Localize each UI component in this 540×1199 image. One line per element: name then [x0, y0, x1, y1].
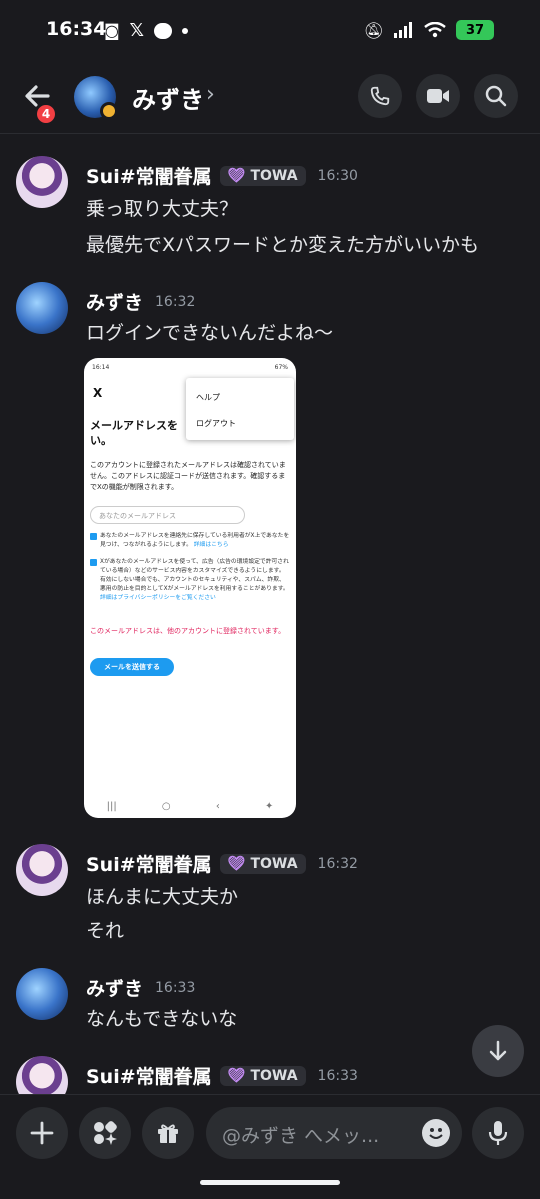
message-header: Sui#常闇眷属 💜︎ TOWA 16:30 — [86, 162, 358, 189]
attachment-close-x: X — [93, 386, 103, 400]
home-indicator[interactable] — [200, 1180, 340, 1185]
gift-icon — [158, 1124, 178, 1143]
attachment-link: 詳細はこちら — [193, 542, 229, 548]
battery-indicator: 37 — [456, 20, 494, 40]
attachment-status-bar: 16:14 67% — [92, 364, 288, 371]
discord-icon: ◙ — [104, 21, 120, 40]
image-attachment[interactable]: 16:14 67% X ヘルプ ログアウト メールアドレスを い。 このアカウン… — [84, 358, 296, 818]
message-header: みずき 16:33 — [86, 974, 195, 1001]
message-text: ほんまに大丈夫か — [86, 886, 239, 908]
phone-icon — [370, 86, 390, 106]
attachment-checkbox-text: Xがあなたのメールアドレスを使って、広告（広告の環境設定で許可されている場合）な… — [100, 559, 289, 592]
message-text: なんもできないな — [86, 1008, 238, 1030]
status-time: 16:34 — [46, 18, 107, 40]
author-avatar[interactable] — [16, 968, 68, 1020]
heart-icon: 💜︎ — [227, 855, 246, 872]
search-button[interactable] — [474, 74, 518, 118]
guild-tag[interactable]: 💜︎ TOWA — [219, 165, 306, 186]
guild-tag[interactable]: 💜︎ TOWA — [219, 853, 306, 874]
message-timestamp: 16:30 — [317, 167, 358, 184]
attachment-menu-item: ヘルプ — [196, 393, 220, 402]
message-timestamp: 16:32 — [155, 293, 196, 310]
status-bar: 16:34 ◙ 𝕏 🔕︎ 37 — [0, 0, 540, 62]
message-text: 最優先でXパスワードとか変えた方がいいかも — [86, 234, 480, 256]
arrow-down-icon — [489, 1040, 507, 1061]
attachment-email-field: あなたのメールアドレス — [90, 506, 245, 524]
mute-icon: 🔕︎ — [363, 20, 384, 40]
attachment-error-text: このメールアドレスは、他のアカウントに登録されています。 — [90, 627, 286, 635]
chevron-right-icon[interactable]: › — [206, 82, 215, 107]
attachment-link: 詳細はプライバシーポリシーをご覧ください — [100, 595, 216, 601]
attachment-status-time: 16:14 — [92, 364, 110, 371]
attachment-send-button: メールを送信する — [90, 658, 174, 676]
accessibility-icon: ✦ — [265, 801, 274, 812]
message-text: 乗っ取り大丈夫？ — [86, 198, 239, 220]
guild-tag-label: TOWA — [250, 855, 298, 872]
author-avatar[interactable] — [16, 156, 68, 208]
line-icon — [154, 22, 173, 39]
attachment-title: メールアドレスを い。 — [90, 419, 222, 447]
author-name[interactable]: Sui#常闇眷属 — [86, 1062, 212, 1089]
guild-tag-label: TOWA — [250, 1067, 298, 1084]
author-name[interactable]: みずき — [86, 288, 143, 315]
attachment-status-battery: 67% — [274, 364, 288, 371]
dot-icon — [182, 27, 189, 34]
call-button[interactable] — [358, 74, 402, 118]
wifi-icon — [424, 22, 446, 38]
plus-icon — [30, 1121, 54, 1145]
idle-status-icon — [100, 102, 118, 120]
add-attachment-button[interactable] — [16, 1107, 68, 1159]
apps-icon — [94, 1121, 117, 1145]
search-icon — [485, 85, 507, 107]
message-timestamp: 16:32 — [317, 855, 358, 872]
author-name[interactable]: Sui#常闇眷属 — [86, 162, 212, 189]
emoji-icon[interactable] — [422, 1119, 450, 1147]
mic-icon — [488, 1121, 508, 1145]
voice-message-button[interactable] — [472, 1107, 524, 1159]
attachment-checkbox: Xがあなたのメールアドレスを使って、広告（広告の環境設定で許可されている場合）な… — [90, 558, 290, 603]
author-avatar[interactable] — [16, 844, 68, 896]
message-header: Sui#常闇眷属 💜︎ TOWA 16:32 — [86, 850, 358, 877]
gift-button[interactable] — [142, 1107, 194, 1159]
apps-button[interactable] — [79, 1107, 131, 1159]
chat-header: 4 みずき › — [0, 62, 540, 134]
back-icon: ‹ — [215, 801, 220, 812]
message-timestamp: 16:33 — [317, 1067, 358, 1084]
status-system-icons: 🔕︎ 37 — [364, 20, 494, 40]
status-notification-icons: ◙ 𝕏 — [104, 20, 189, 41]
message-header: Sui#常闇眷属 💜︎ TOWA 16:33 — [86, 1062, 358, 1089]
author-name[interactable]: Sui#常闇眷属 — [86, 850, 212, 877]
video-call-button[interactable] — [416, 74, 460, 118]
message-input[interactable]: @みずき へメッ... — [206, 1107, 462, 1159]
recent-apps-icon: ||| — [106, 801, 117, 812]
scroll-to-bottom-button[interactable] — [472, 1025, 524, 1077]
contact-name[interactable]: みずき — [132, 80, 204, 115]
guild-tag[interactable]: 💜︎ TOWA — [219, 1065, 306, 1086]
attachment-nav-bar: ||| ○ ‹ ✦ — [84, 801, 296, 812]
unread-badge: 4 — [34, 102, 58, 126]
message-timestamp: 16:33 — [155, 979, 196, 996]
signal-icon — [394, 22, 412, 38]
guild-tag-label: TOWA — [250, 167, 298, 184]
message-text: ログインできないんだよね〜 — [86, 322, 334, 344]
attachment-body: このアカウントに登録されたメールアドレスは確認されていません。このアドレスに認証… — [90, 461, 286, 491]
attachment-checkbox: あなたのメールアドレスを連絡先に保存している利用者がX上であなたを見つけ、つなが… — [90, 532, 290, 550]
x-logo-icon: 𝕏 — [129, 20, 145, 41]
home-icon: ○ — [161, 801, 171, 812]
heart-icon: 💜︎ — [227, 167, 246, 184]
heart-icon: 💜︎ — [227, 1067, 246, 1084]
message-header: みずき 16:32 — [86, 288, 195, 315]
author-name[interactable]: みずき — [86, 974, 143, 1001]
message-text: それ — [86, 920, 125, 942]
video-icon — [427, 89, 449, 103]
author-avatar[interactable] — [16, 282, 68, 334]
message-input-placeholder: @みずき へメッ... — [222, 1125, 380, 1147]
